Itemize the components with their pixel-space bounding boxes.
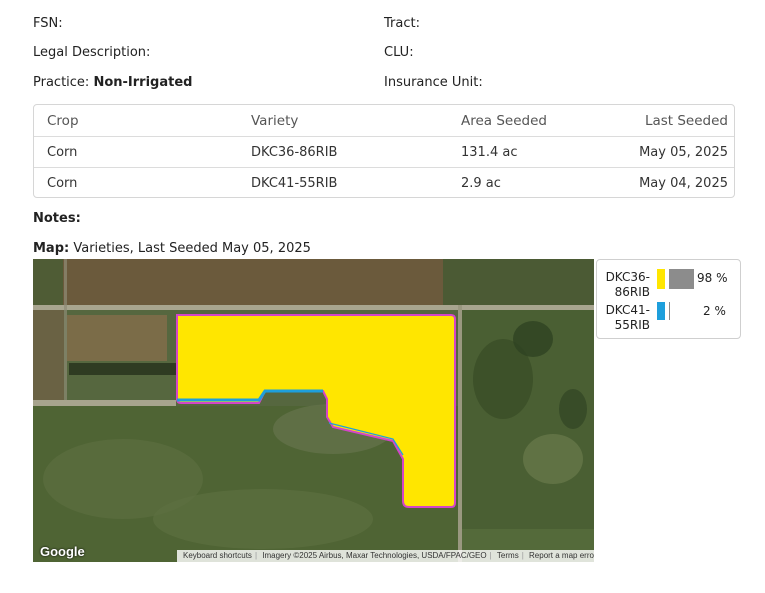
practice-value: Non-Irrigated xyxy=(93,75,193,90)
clu-label: CLU: xyxy=(384,45,414,60)
header-variety: Variety xyxy=(251,113,299,129)
cell-crop: Corn xyxy=(47,145,78,160)
legend-swatch xyxy=(657,302,665,320)
keyboard-shortcuts-link[interactable]: Keyboard shortcuts xyxy=(180,551,255,560)
variety-table: Crop Variety Area Seeded Last Seeded Cor… xyxy=(33,104,735,198)
report-map-error-link[interactable]: Report a map error xyxy=(526,551,594,560)
cell-crop: Corn xyxy=(47,176,78,191)
cell-variety: DKC36-86RIB xyxy=(251,145,338,160)
legend-swatch xyxy=(657,269,665,289)
cell-last-seeded: May 05, 2025 xyxy=(639,145,728,160)
cell-last-seeded: May 04, 2025 xyxy=(639,176,728,191)
practice-field: Practice: Non-Irrigated xyxy=(33,75,192,90)
legend-percent: 2 % xyxy=(703,304,726,318)
satellite-imagery xyxy=(33,259,594,562)
imagery-credit: Imagery ©2025 Airbus, Maxar Technologies… xyxy=(262,551,487,560)
table-row: Corn DKC41-55RIB 2.9 ac May 04, 2025 xyxy=(34,167,734,199)
insurance-unit-label: Insurance Unit: xyxy=(384,75,483,90)
terms-link[interactable]: Terms xyxy=(494,551,522,560)
map-caption: Map: Varieties, Last Seeded May 05, 2025 xyxy=(33,241,311,256)
legend-percent-bar xyxy=(669,269,694,289)
header-crop: Crop xyxy=(47,113,79,129)
legend-percent: 98 % xyxy=(697,271,728,285)
field-map[interactable]: Google Keyboard shortcuts | Imagery ©2025… xyxy=(33,259,594,562)
table-header-row: Crop Variety Area Seeded Last Seeded xyxy=(34,105,734,136)
legend-percent-bar xyxy=(669,302,670,320)
map-label: Map: xyxy=(33,241,70,256)
tract-label: Tract: xyxy=(384,16,420,31)
map-attribution: Keyboard shortcuts | Imagery ©2025 Airbus… xyxy=(177,550,594,562)
cell-area-seeded: 2.9 ac xyxy=(461,176,501,191)
variety-legend: DKC36- 86RIB 98 % DKC41- 55RIB 2 % xyxy=(596,259,741,339)
notes-label: Notes: xyxy=(33,211,81,226)
fsn-label: FSN: xyxy=(33,16,63,31)
table-row: Corn DKC36-86RIB 131.4 ac May 05, 2025 xyxy=(34,136,734,168)
legend-item-name: DKC41- 55RIB xyxy=(605,303,650,332)
legal-description-label: Legal Description: xyxy=(33,45,151,60)
cell-variety: DKC41-55RIB xyxy=(251,176,338,191)
practice-label: Practice: xyxy=(33,75,90,90)
google-logo: Google xyxy=(40,544,85,559)
cell-area-seeded: 131.4 ac xyxy=(461,145,518,160)
header-last-seeded: Last Seeded xyxy=(644,113,728,129)
header-area-seeded: Area Seeded xyxy=(461,113,547,129)
legend-item-name: DKC36- 86RIB xyxy=(605,270,650,299)
map-caption-text: Varieties, Last Seeded May 05, 2025 xyxy=(73,241,311,256)
